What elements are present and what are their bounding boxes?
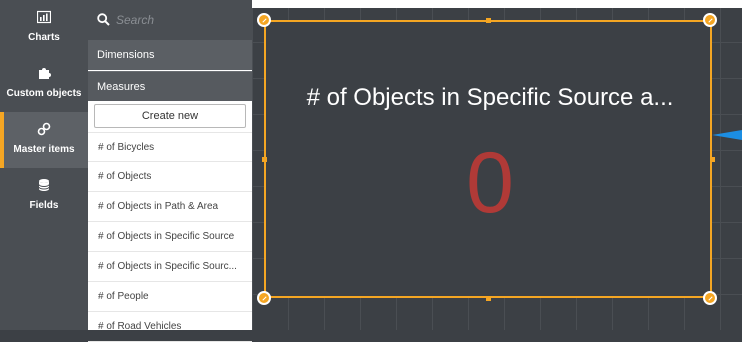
resize-handle-right[interactable] <box>710 157 715 162</box>
corner-handle-top-right-icon[interactable] <box>703 13 717 27</box>
rail-label-custom-objects: Custom objects <box>6 88 82 99</box>
list-item[interactable]: # of Road Vehicles <box>88 312 252 342</box>
search-input[interactable] <box>116 10 236 30</box>
kpi-object[interactable]: # of Objects in Specific Source a... 0 <box>264 20 712 298</box>
corner-handle-bottom-left-icon[interactable] <box>257 291 271 305</box>
bar-chart-icon <box>0 10 88 24</box>
search-bar <box>88 0 252 40</box>
dimensions-section-header[interactable]: Dimensions <box>88 40 252 70</box>
list-item[interactable]: # of People <box>88 282 252 312</box>
resize-handle-top[interactable] <box>486 18 491 23</box>
create-new-button[interactable]: Create new <box>94 104 246 128</box>
list-item[interactable]: # of Objects in Specific Sourc... <box>88 252 252 282</box>
corner-handle-bottom-right-icon[interactable] <box>703 291 717 305</box>
resize-handle-bottom[interactable] <box>486 296 491 301</box>
puzzle-icon <box>0 66 88 80</box>
canvas-top-strip <box>252 0 742 8</box>
list-item[interactable]: # of Objects in Path & Area <box>88 192 252 222</box>
rail-label-fields: Fields <box>29 200 59 211</box>
master-items-panel: Dimensions Measures Create new # of Bicy… <box>88 0 252 342</box>
rail-item-charts[interactable]: Charts <box>0 0 88 56</box>
list-item[interactable]: # of Bicycles <box>88 132 252 162</box>
rail-item-master-items[interactable]: Master items <box>0 112 88 168</box>
list-item[interactable]: # of Objects <box>88 162 252 192</box>
search-icon <box>97 13 110 31</box>
rail-item-custom-objects[interactable]: Custom objects <box>0 56 88 112</box>
rail-label-charts: Charts <box>28 32 60 43</box>
sheet-canvas[interactable]: # of Objects in Specific Source a... 0 <box>252 0 742 330</box>
list-item[interactable]: # of Objects in Specific Source <box>88 222 252 252</box>
rail-item-fields[interactable]: Fields <box>0 168 88 224</box>
resize-handle-left[interactable] <box>262 157 267 162</box>
kpi-value: 0 <box>466 135 514 231</box>
asset-rail: Charts Custom objects Master items Field… <box>0 0 88 330</box>
database-icon <box>0 178 88 192</box>
link-icon <box>0 122 88 136</box>
measures-list: # of Bicycles # of Objects # of Objects … <box>88 132 252 342</box>
corner-handle-top-left-icon[interactable] <box>257 13 271 27</box>
measures-section-header[interactable]: Measures <box>88 71 252 101</box>
drop-indicator-arrow-icon <box>712 130 742 140</box>
rail-label-master-items: Master items <box>13 144 75 155</box>
kpi-title: # of Objects in Specific Source a... <box>306 84 674 111</box>
